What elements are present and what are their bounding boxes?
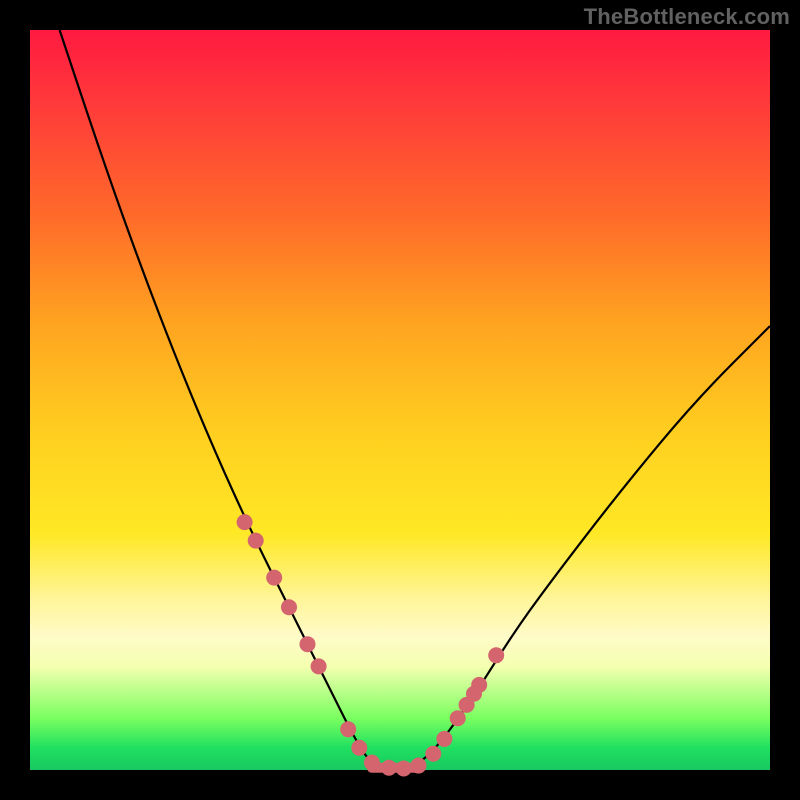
marker-dot <box>364 755 379 770</box>
bottleneck-plot <box>30 30 770 770</box>
marker-dot <box>489 648 504 663</box>
marker-dot <box>341 722 356 737</box>
marker-dot <box>426 746 441 761</box>
attribution-text: TheBottleneck.com <box>584 4 790 30</box>
marker-dot <box>248 533 263 548</box>
marker-group <box>237 515 504 776</box>
marker-dot <box>411 758 426 773</box>
marker-dot <box>381 760 396 775</box>
marker-dot <box>282 600 297 615</box>
marker-dot <box>450 711 465 726</box>
marker-dot <box>396 761 411 776</box>
marker-dot <box>237 515 252 530</box>
marker-dot <box>472 677 487 692</box>
marker-dot <box>267 570 282 585</box>
marker-dot <box>352 740 367 755</box>
bottleneck-curve <box>60 30 770 770</box>
marker-dot <box>437 731 452 746</box>
marker-dot <box>311 659 326 674</box>
chart-frame <box>30 30 770 770</box>
marker-dot <box>300 637 315 652</box>
